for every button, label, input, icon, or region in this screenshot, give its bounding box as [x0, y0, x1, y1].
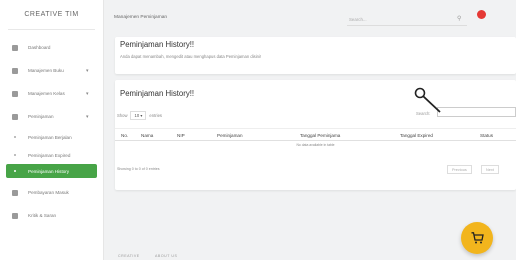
sidebar-item-label: Dashboard — [28, 45, 51, 50]
sidebar-item-dashboard[interactable]: Dashboard — [0, 36, 103, 59]
table-title: Peminjaman History!! — [120, 89, 195, 98]
column-header-tanggal-expired[interactable]: Tanggal Expired — [400, 133, 433, 138]
sidebar-item-pembayaran-masuk[interactable]: Pembayaran Masuk — [0, 181, 103, 204]
dashboard-icon — [12, 44, 18, 51]
sidebar-item-label: Peminjaman History — [28, 168, 70, 174]
sidebar-item-label: Pembayaran Masuk — [28, 190, 69, 195]
sidebar-item-kritik-saran[interactable]: Kritik & Saran — [0, 204, 103, 227]
payment-icon — [12, 189, 18, 196]
sidebar-item-manajemen-kelas[interactable]: Manajemen Kelas ▾ — [0, 82, 103, 105]
empty-table-message: No data available in table — [296, 143, 335, 147]
class-icon — [12, 90, 18, 97]
sidebar-subitem-peminjaman-expired[interactable]: Peminjaman Expired — [0, 146, 103, 164]
previous-button[interactable]: Previous — [447, 165, 472, 174]
column-header-no[interactable]: No. — [121, 133, 128, 138]
table-search-input[interactable] — [437, 107, 516, 117]
page-subtitle: Anda dapat menambah, mengedit atau mengh… — [120, 54, 262, 59]
column-header-tanggal-peminjaman[interactable]: Tanggal Peminjama — [300, 133, 340, 138]
bullet-icon — [14, 136, 16, 138]
column-header-peminjaman[interactable]: Peminjaman — [217, 133, 243, 138]
sidebar-item-label: Peminjaman — [28, 114, 54, 119]
sidebar-subitem-peminjaman-berjalan[interactable]: Peminjaman Berjalan — [0, 128, 103, 146]
chevron-down-icon: ▾ — [86, 68, 89, 74]
sidebar-item-manajemen-buku[interactable]: Manajemen Buku ▾ — [0, 59, 103, 82]
bullet-icon — [14, 170, 16, 172]
table-info: Showing 0 to 0 of 0 entries — [117, 167, 160, 171]
sidebar-item-peminjaman[interactable]: Peminjaman ▾ — [0, 105, 103, 128]
sidebar-item-label: Manajemen Kelas — [28, 91, 65, 96]
show-label: Show — [117, 113, 128, 118]
magnifier-icon — [414, 87, 441, 113]
chevron-down-icon: ▾ — [86, 114, 89, 120]
next-button[interactable]: Next — [481, 165, 499, 174]
entries-control: Show 10 ▾ entries — [117, 111, 162, 120]
cart-icon — [471, 232, 484, 244]
search-icon[interactable]: ⚲ — [457, 15, 461, 22]
footer: CREATIVE ABOUT US — [118, 254, 191, 258]
sidebar: CREATIVE TIM Dashboard Manajemen Buku ▾ … — [0, 0, 104, 260]
header-card: Peminjaman History!! Anda dapat menambah… — [115, 37, 516, 74]
chevron-down-icon: ▾ — [86, 91, 89, 97]
column-header-status[interactable]: Status — [480, 133, 493, 138]
sidebar-item-label: Kritik & Saran — [28, 213, 57, 218]
page-title: Peminjaman History!! — [120, 40, 195, 49]
table-card: Peminjaman History!! Show 10 ▾ entries S… — [115, 80, 516, 190]
notification-icon[interactable] — [477, 10, 486, 19]
sidebar-item-label: Manajemen Buku — [28, 68, 64, 73]
footer-link[interactable]: CREATIVE — [118, 254, 140, 258]
table-header: No. Nama NIP Peminjaman Tanggal Peminjam… — [115, 128, 516, 141]
brand-logo[interactable]: CREATIVE TIM — [8, 0, 95, 30]
cart-button[interactable] — [461, 222, 493, 254]
entries-select[interactable]: 10 ▾ — [130, 111, 147, 120]
feedback-icon — [12, 212, 18, 219]
sidebar-item-label: Peminjaman Berjalan — [28, 134, 72, 140]
book-icon — [12, 67, 18, 74]
breadcrumb[interactable]: Manajemen Peminjaman — [114, 15, 167, 20]
loan-icon — [12, 113, 18, 120]
entries-label: entries — [149, 113, 162, 118]
sidebar-nav: Dashboard Manajemen Buku ▾ Manajemen Kel… — [0, 36, 103, 227]
sidebar-subitem-peminjaman-history[interactable]: Peminjaman History — [6, 164, 97, 178]
sidebar-item-label: Peminjaman Expired — [28, 152, 71, 158]
topbar: Manajemen Peminjaman Search... ⚲ — [105, 0, 516, 38]
footer-link[interactable]: ABOUT US — [155, 254, 177, 258]
bullet-icon — [14, 154, 16, 156]
column-header-nama[interactable]: Nama — [141, 133, 153, 138]
search-input[interactable]: Search... — [347, 13, 467, 26]
column-header-nip[interactable]: NIP — [177, 133, 185, 138]
